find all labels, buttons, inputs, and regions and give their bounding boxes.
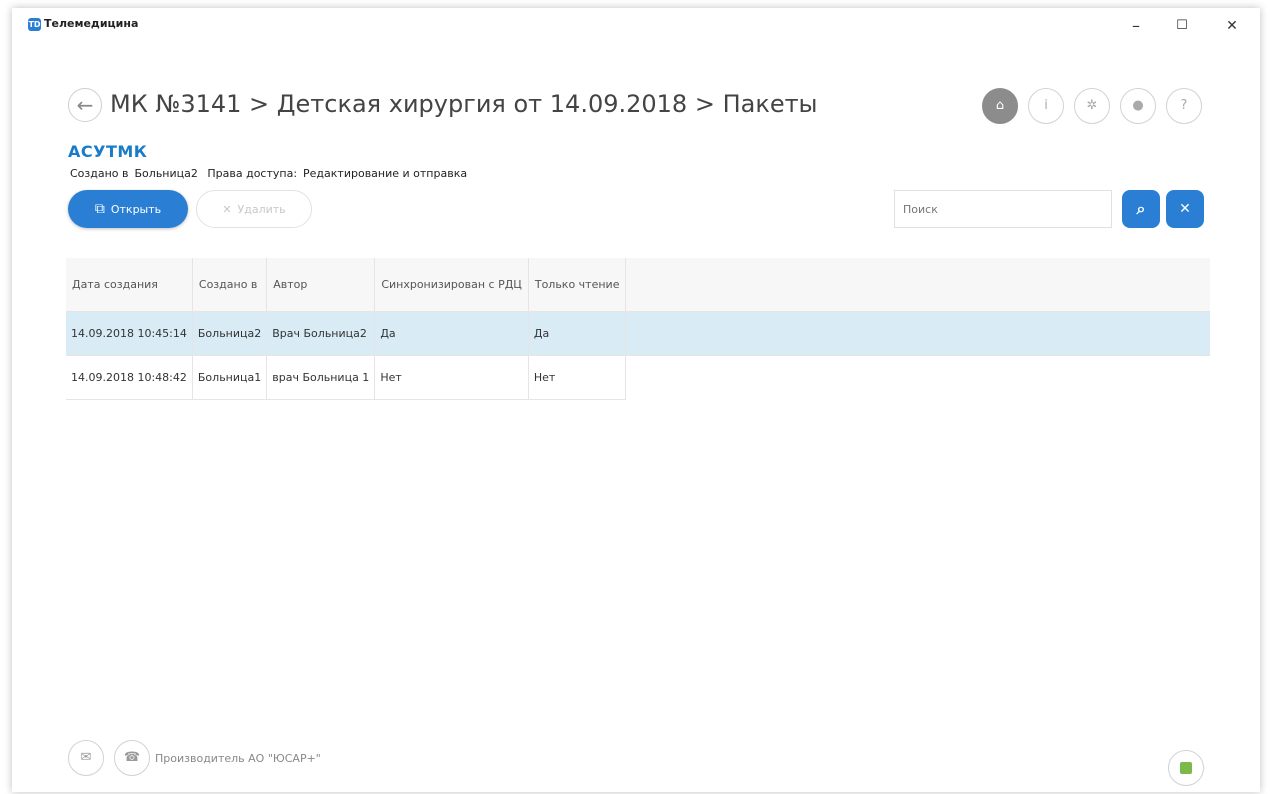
brand-label: АСУТМК (68, 142, 148, 161)
breadcrumb: МК №3141 > Детская хирургия от 14.09.201… (110, 90, 818, 118)
clear-search-button[interactable]: ✕ (1166, 190, 1204, 228)
info-icon[interactable]: i (1028, 88, 1064, 124)
open-button[interactable]: ⧉ Открыть (68, 190, 188, 228)
window-title: Телемедицина (44, 17, 139, 30)
cell-author: врач Больница 1 (266, 355, 376, 400)
clear-icon: ✕ (1179, 201, 1191, 217)
cell-filler (625, 311, 1210, 356)
open-label: Открыть (110, 202, 162, 216)
back-button[interactable]: ← (68, 88, 102, 122)
cell-created-in: Больница2 (192, 311, 268, 356)
maximize-button[interactable]: ☐ (1172, 16, 1192, 36)
title-bar: TD Телемедицина – ☐ ✕ (12, 8, 1260, 40)
cell-readonly: Нет (528, 355, 627, 400)
delete-icon: ✕ (222, 202, 232, 216)
column-header-created-date[interactable]: Дата создания (66, 258, 193, 312)
delete-button[interactable]: ✕ Удалить (196, 190, 312, 228)
minimize-button[interactable]: – (1126, 16, 1146, 36)
column-header-readonly[interactable]: Только чтение (528, 258, 627, 312)
gear-icon[interactable]: ✲ (1074, 88, 1110, 124)
access-value: Редактирование и отправка (303, 167, 468, 180)
cell-filler (626, 356, 1210, 400)
cell-created-date: 14.09.2018 10:48:42 (66, 355, 193, 400)
database-status-icon[interactable] (1168, 750, 1204, 786)
table-header-row: Дата создания Создано в Автор Синхронизи… (66, 258, 1210, 312)
search-button[interactable]: ⌕ (1122, 190, 1160, 228)
created-in-value: Больница2 (134, 167, 198, 180)
open-icon: ⧉ (94, 201, 105, 217)
app-window: TD Телемедицина – ☐ ✕ ← МК №3141 > Детск… (12, 8, 1260, 792)
cell-synced: Нет (374, 355, 529, 400)
cell-created-date: 14.09.2018 10:45:14 (66, 311, 193, 356)
cell-synced: Да (374, 311, 529, 356)
mail-icon[interactable]: ✉ (68, 740, 104, 776)
help-icon[interactable]: ? (1166, 88, 1202, 124)
cell-author: Врач Больница2 (266, 311, 376, 356)
column-header-synced[interactable]: Синхронизирован с РДЦ (374, 258, 529, 312)
vendor-label: Производитель АО "ЮСАР+" (155, 752, 321, 765)
app-logo-icon: TD (28, 18, 41, 31)
column-header-filler (625, 258, 1210, 312)
package-meta: Создано в Больница2 Права доступа: Редакти… (70, 167, 473, 180)
search-icon: ⌕ (1136, 199, 1146, 218)
created-in-label: Создано в (70, 167, 129, 180)
table-row[interactable]: 14.09.2018 10:45:14 Больница2 Врач Больн… (66, 311, 1210, 356)
table-row[interactable]: 14.09.2018 10:48:42 Больница1 врач Больн… (66, 355, 1210, 400)
column-header-created-in[interactable]: Создано в (192, 258, 268, 312)
column-header-author[interactable]: Автор (266, 258, 376, 312)
cell-readonly: Да (528, 311, 627, 356)
cell-created-in: Больница1 (192, 355, 268, 400)
access-label: Права доступа: (207, 167, 298, 180)
home-icon[interactable]: ⌂ (982, 88, 1018, 124)
close-window-button[interactable]: ✕ (1222, 16, 1242, 36)
packages-table: Дата создания Создано в Автор Синхронизи… (66, 258, 1210, 400)
search-input[interactable] (894, 190, 1112, 228)
user-icon[interactable]: ● (1120, 88, 1156, 124)
phone-icon[interactable]: ☎ (114, 740, 150, 776)
delete-label: Удалить (237, 202, 286, 216)
